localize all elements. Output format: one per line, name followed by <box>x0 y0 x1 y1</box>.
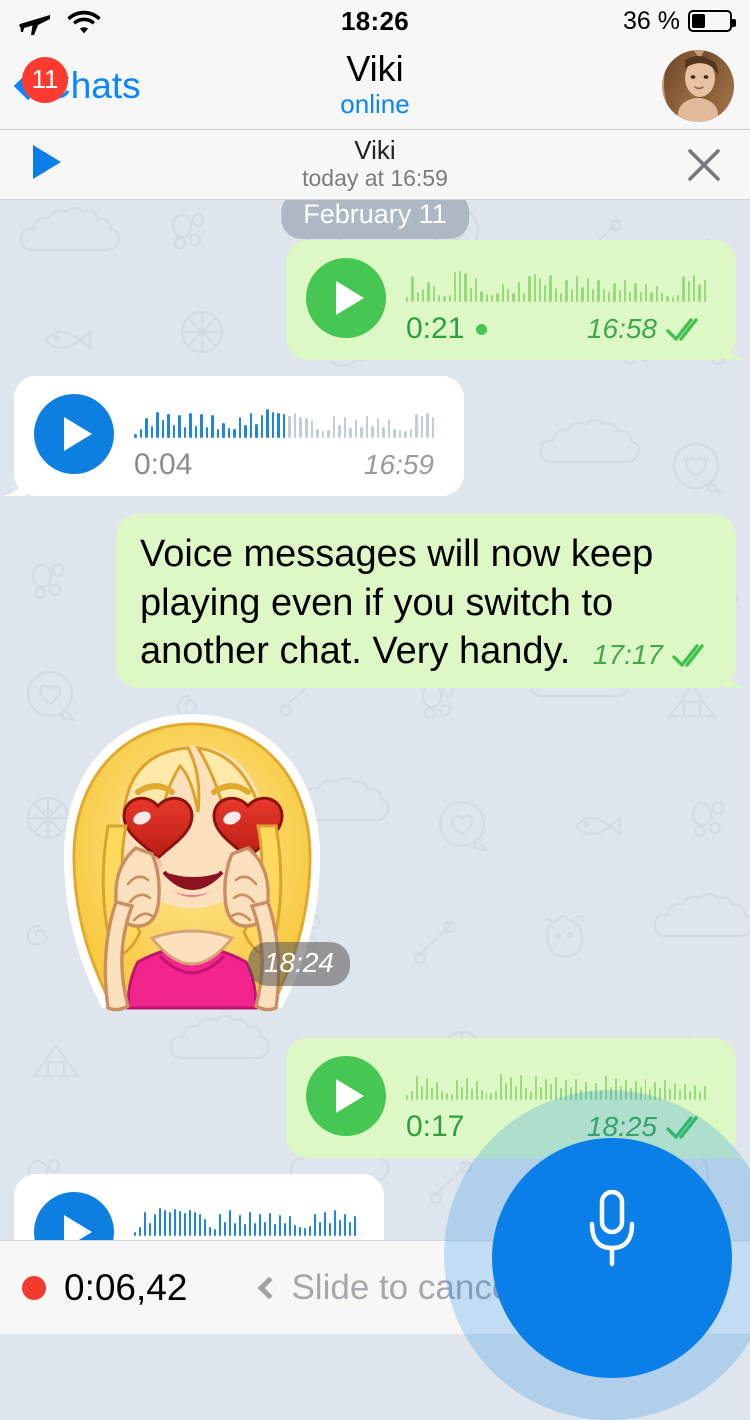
voice-details: 0:05 18:26 <box>134 1192 356 1240</box>
avatar-image <box>662 50 734 122</box>
player-track-info: Viki today at 16:59 <box>0 136 750 193</box>
mic-button[interactable] <box>492 1138 732 1378</box>
play-button[interactable] <box>306 1055 386 1136</box>
avatar[interactable] <box>662 50 734 122</box>
date-separator: February 11 <box>281 200 469 239</box>
battery-icon <box>688 10 736 32</box>
message-status: 17:17 <box>593 637 712 673</box>
message-list: 0:21 16:58 0:04 16:59 Voice messages wil… <box>0 240 750 1240</box>
message-status: 16:59 <box>364 449 434 481</box>
voice-meta: 0:04 16:59 <box>134 448 434 482</box>
waveform[interactable] <box>406 1060 707 1100</box>
voice-player: 0:04 16:59 <box>14 376 464 496</box>
unread-count-badge: 11 <box>22 56 68 103</box>
message-row: 18:24 <box>14 706 736 1026</box>
player-track-name: Viki <box>354 135 396 166</box>
message-status: 16:58 <box>587 313 706 345</box>
message-time: 18:24 <box>247 941 350 986</box>
double-check-icon <box>672 644 704 667</box>
microphone-icon <box>589 1189 635 1267</box>
waveform[interactable] <box>406 262 706 302</box>
sticker-message[interactable]: 18:24 <box>42 706 350 1026</box>
play-button[interactable] <box>34 394 114 474</box>
voice-meta: 0:21 16:58 <box>406 312 706 346</box>
message-text: Voice messages will now keep playing eve… <box>140 530 712 676</box>
battery-fill <box>692 14 705 28</box>
record-dot-icon <box>22 1275 46 1300</box>
back-button[interactable]: 11 Chats <box>0 56 141 107</box>
message-text-content: Voice messages will now keep playing eve… <box>140 533 654 673</box>
voice-message-bubble[interactable]: 0:21 16:58 <box>286 240 736 360</box>
message-row: 0:21 16:58 <box>14 240 736 360</box>
voice-details: 0:21 16:58 <box>406 258 706 346</box>
status-bar-right: 36 % <box>623 6 736 36</box>
navigation-bar: 11 Chats Viki online <box>0 42 750 130</box>
recording-elapsed: 0:06,42 <box>64 1266 188 1308</box>
player-close-button[interactable] <box>684 145 724 185</box>
chat-scroll-area[interactable]: February 11 0:21 16:58 0:04 16:59 Voice … <box>0 200 750 1240</box>
message-row: Voice messages will now keep playing eve… <box>14 514 736 688</box>
play-icon <box>336 281 364 315</box>
voice-details: 0:04 16:59 <box>134 394 435 482</box>
voice-message-bubble[interactable]: 0:05 18:26 <box>14 1173 384 1240</box>
unplayed-dot <box>476 323 488 335</box>
now-playing-bar: Viki today at 16:59 <box>0 130 750 200</box>
play-icon <box>33 145 61 179</box>
double-check-icon <box>666 318 698 341</box>
play-button[interactable] <box>306 258 386 338</box>
play-icon <box>64 417 92 451</box>
voice-duration: 0:04 <box>134 448 193 481</box>
play-button[interactable] <box>34 1191 114 1240</box>
status-bar: 18:26 36 % <box>0 0 750 42</box>
voice-player: 0:21 16:58 <box>286 240 736 360</box>
play-icon <box>64 1214 92 1240</box>
play-icon <box>336 1078 364 1113</box>
message-time: 17:17 <box>592 639 663 671</box>
message-time: 16:58 <box>586 313 657 344</box>
close-icon <box>688 148 720 181</box>
waveform[interactable] <box>134 1196 356 1236</box>
player-track-time: today at 16:59 <box>302 165 448 192</box>
message-time: 16:59 <box>363 449 434 480</box>
message-row: 0:04 16:59 <box>14 376 736 496</box>
text-message-bubble[interactable]: Voice messages will now keep playing eve… <box>116 514 736 688</box>
player-play-button[interactable] <box>30 143 64 186</box>
voice-duration: 0:17 <box>406 1109 465 1143</box>
waveform[interactable] <box>134 398 435 438</box>
chevron-left-icon <box>258 1276 281 1299</box>
voice-player: 0:05 18:26 <box>14 1174 384 1240</box>
voice-message-bubble[interactable]: 0:04 16:59 <box>14 376 464 496</box>
battery-percent-label: 36 % <box>623 6 680 35</box>
voice-duration: 0:21 <box>406 312 465 345</box>
